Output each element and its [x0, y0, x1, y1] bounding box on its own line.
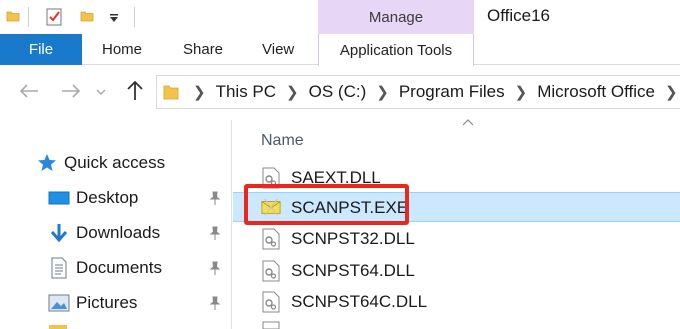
file-name: SAEXT.DLL	[291, 168, 381, 187]
file-row-scnpst64-dll[interactable]: SCNPST64.DLL	[233, 256, 680, 286]
properties-icon[interactable]	[44, 7, 64, 27]
chevron-right-icon[interactable]: ❯	[376, 83, 389, 101]
chevron-down-icon	[96, 89, 106, 95]
file-row-scnpst64c-dll[interactable]: SCNPST64C.DLL	[233, 287, 680, 317]
breadcrumb-os-c[interactable]: OS (C:)	[309, 82, 367, 102]
forward-button[interactable]	[58, 78, 84, 104]
tab-share[interactable]: Share	[183, 34, 223, 65]
nav-item-label: Desktop	[76, 188, 139, 207]
folder-icon	[163, 85, 179, 100]
nav-item-label: Quick access	[64, 153, 166, 172]
star-icon	[36, 152, 58, 174]
dll-file-icon	[262, 228, 280, 250]
file-name: SCNPST64C.DLL	[291, 292, 428, 311]
new-folder-icon[interactable]	[80, 9, 94, 23]
navigation-bar: ❯ This PC ❯ OS (C:) ❯ Program Files ❯ Mi…	[0, 66, 680, 116]
column-header-name[interactable]: Name	[261, 132, 304, 150]
file-row-scnpst32-dll[interactable]: SCNPST32.DLL	[233, 224, 680, 254]
window-title: Office16	[487, 6, 551, 25]
pin-icon[interactable]	[207, 260, 223, 276]
pin-icon[interactable]	[207, 190, 223, 206]
arrow-up-icon	[127, 80, 143, 100]
file-row-saext-dll[interactable]: SAEXT.DLL	[233, 163, 680, 193]
nav-item-pictures[interactable]: Pictures	[0, 288, 232, 318]
tab-view[interactable]: View	[262, 34, 294, 65]
chevron-right-icon[interactable]: ❯	[193, 83, 206, 101]
pictures-icon	[48, 292, 70, 314]
file-name: SCNPST32.DLL	[291, 229, 415, 248]
manage-contextual-group: Manage	[318, 0, 474, 34]
folder-icon	[49, 325, 67, 329]
file-row-scanpst-exe[interactable]: SCANPST.EXE	[233, 192, 680, 222]
nav-item-label: Documents	[76, 258, 162, 277]
download-icon	[48, 222, 70, 244]
tab-home[interactable]: Home	[102, 34, 142, 65]
file-list: Name SAEXT.DLL SCANPST.EXE SCNPST32.DLL	[233, 119, 680, 329]
nav-item-desktop[interactable]: Desktop	[0, 183, 232, 213]
back-button[interactable]	[16, 78, 42, 104]
address-bar[interactable]: ❯ This PC ❯ OS (C:) ❯ Program Files ❯ Mi…	[156, 75, 680, 109]
breadcrumb-this-pc[interactable]: This PC	[216, 82, 276, 102]
file-name: SCNPST64.DLL	[291, 261, 415, 280]
folder-icon[interactable]	[6, 9, 20, 23]
recent-locations-button[interactable]	[94, 79, 108, 105]
desktop-icon	[48, 187, 70, 209]
up-button[interactable]	[122, 78, 148, 104]
nav-item-label: Downloads	[76, 223, 161, 242]
breadcrumb: ❯ This PC ❯ OS (C:) ❯ Program Files ❯ Mi…	[157, 76, 680, 108]
nav-item-label: Pictures	[76, 293, 138, 312]
chevron-right-icon[interactable]: ❯	[286, 83, 299, 101]
dll-file-icon	[262, 321, 280, 329]
customize-toolbar-icon[interactable]	[108, 12, 120, 24]
scanpst-exe-icon	[261, 198, 281, 216]
tab-file[interactable]: File	[0, 34, 82, 65]
tab-application-tools[interactable]: Application Tools	[318, 34, 474, 66]
dll-file-icon	[262, 260, 280, 282]
pin-icon[interactable]	[207, 295, 223, 311]
nav-item-documents[interactable]: Documents	[0, 253, 232, 283]
breadcrumb-microsoft-office[interactable]: Microsoft Office	[537, 82, 655, 102]
breadcrumb-program-files[interactable]: Program Files	[399, 82, 505, 102]
chevron-right-icon[interactable]: ❯	[515, 83, 528, 101]
dll-file-icon	[262, 291, 280, 313]
toolbar-divider	[134, 7, 135, 27]
chevron-right-icon[interactable]: ❯	[665, 83, 678, 101]
sort-ascending-icon	[462, 119, 474, 126]
title-bar: Manage Office16	[0, 0, 680, 34]
toolbar-divider	[28, 7, 29, 27]
arrow-right-icon	[62, 84, 81, 98]
dll-file-icon	[262, 167, 280, 189]
pin-icon[interactable]	[207, 225, 223, 241]
nav-item-quick-access[interactable]: Quick access	[0, 148, 232, 178]
ribbon-tabs: File Home Share View Application Tools	[0, 34, 680, 66]
documents-icon	[48, 257, 70, 279]
navigation-pane: Quick access Desktop Downloads Documents	[0, 120, 232, 329]
arrow-left-icon	[19, 84, 38, 98]
nav-item-downloads[interactable]: Downloads	[0, 218, 232, 248]
file-name: SCANPST.EXE	[291, 198, 409, 217]
